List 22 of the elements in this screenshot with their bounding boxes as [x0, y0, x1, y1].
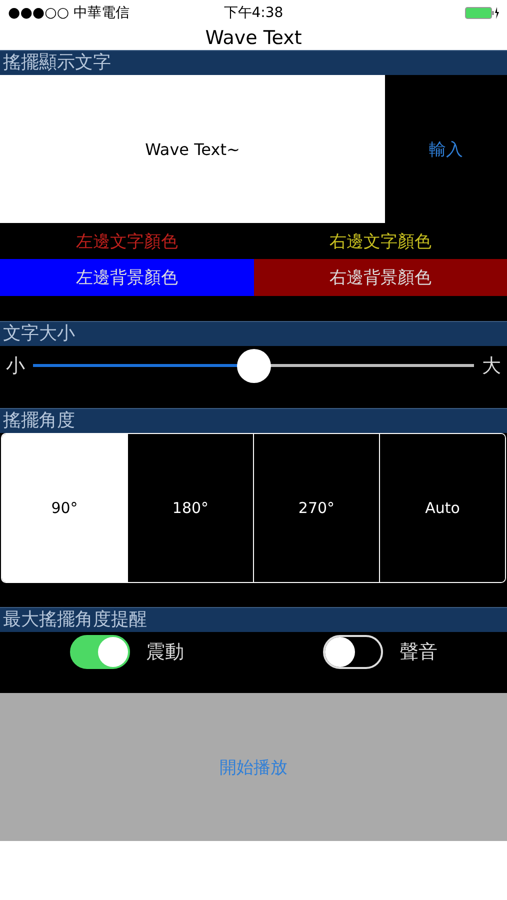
min-label: 小 [6, 354, 25, 379]
section-header: 搖擺顯示文字 [0, 50, 507, 75]
background-color-button[interactable]: 左邊背景顏色 [0, 259, 254, 296]
section-header: 搖擺角度 [0, 408, 507, 433]
angle-segment[interactable]: Auto [379, 434, 505, 582]
toggle-label: 聲音 [399, 640, 438, 664]
carrier-label: ●●●○○ 中華電信 [8, 4, 130, 22]
toggle-switch[interactable] [323, 634, 384, 668]
section-header: 文字大小 [0, 321, 507, 346]
section-header: 最大搖擺角度提醒 [0, 607, 507, 632]
input-button[interactable]: 輸入 [385, 75, 507, 223]
background-color-button[interactable]: 右邊背景顏色 [254, 259, 507, 296]
nav-title: Wave Text [204, 26, 303, 50]
angle-segment[interactable]: 90° [2, 434, 127, 582]
text-color-button[interactable]: 右邊文字顏色 [329, 230, 432, 252]
max-label: 大 [482, 354, 501, 379]
clock: 下午4:38 [224, 4, 284, 22]
slider-thumb[interactable] [236, 349, 270, 383]
battery-icon [465, 6, 499, 20]
text-preview: Wave Text~ [0, 75, 385, 223]
toggle-switch[interactable] [70, 634, 130, 668]
toggle-label: 震動 [146, 640, 184, 664]
